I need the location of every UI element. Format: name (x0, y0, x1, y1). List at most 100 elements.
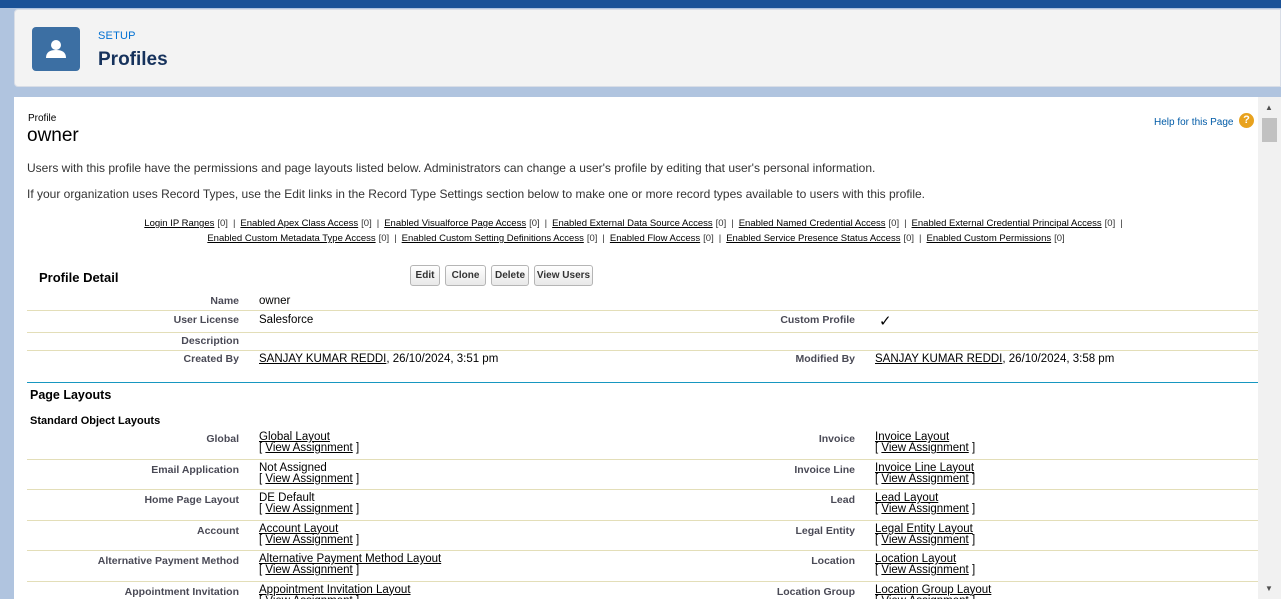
profile-label: Profile (28, 113, 57, 124)
layout-row: Alternative Payment Method Alternative Pa… (27, 551, 1258, 582)
detail-row-created: Created By SANJAY KUMAR REDDI, 26/10/202… (27, 351, 1258, 371)
view-assignment-link[interactable]: View Assignment (881, 564, 968, 576)
related-link-count: [0] (888, 218, 900, 229)
layout-object-label: Appointment Invitation (124, 585, 239, 598)
detail-row-description: Description (27, 333, 1258, 351)
detail-row-name: Name owner (27, 293, 1258, 311)
field-label: Created By (183, 353, 239, 365)
view-assignment-link[interactable]: View Assignment (881, 473, 968, 485)
field-value: SANJAY KUMAR REDDI, 26/10/2024, 3:51 pm (259, 353, 498, 365)
related-link[interactable]: Enabled External Credential Principal Ac… (912, 218, 1102, 229)
created-date: , 26/10/2024, 3:51 pm (386, 353, 499, 365)
view-assignment-link[interactable]: View Assignment (881, 503, 968, 515)
view-users-button[interactable]: View Users (534, 265, 593, 286)
link-separator: | (232, 218, 236, 229)
field-label: Custom Profile (780, 314, 855, 326)
view-assignment-link[interactable]: View Assignment (881, 595, 968, 599)
help-icon[interactable]: ? (1239, 113, 1254, 128)
link-separator: | (731, 218, 734, 229)
scroll-up-icon[interactable]: ▲ (1265, 103, 1273, 112)
layout-value: DE Default[ View Assignment ] (259, 492, 360, 515)
view-assignment-link[interactable]: View Assignment (881, 442, 968, 454)
related-links-row-1: Login IP Ranges [0] | Enabled Apex Class Ac… (14, 218, 1258, 229)
related-link[interactable]: Enabled Apex Class Access (240, 218, 358, 229)
layout-row: Email Application Not Assigned[ View Assi… (27, 460, 1258, 490)
view-assignment-link[interactable]: View Assignment (265, 595, 352, 599)
view-assignment-link[interactable]: View Assignment (265, 473, 352, 485)
related-link-count: [0] (715, 218, 727, 229)
edit-button[interactable]: Edit (410, 265, 440, 286)
related-link-count: [0] (703, 233, 714, 244)
layout-object-label: Invoice (818, 433, 855, 445)
scroll-thumb[interactable] (1262, 118, 1277, 142)
related-link-count: [0] (903, 233, 915, 244)
link-separator: | (376, 218, 380, 229)
view-assignment: [ View Assignment ] (875, 564, 976, 576)
related-link[interactable]: Enabled Custom Permissions (927, 233, 1052, 244)
link-separator: | (394, 233, 397, 244)
link-separator: | (718, 233, 722, 244)
view-assignment-link[interactable]: View Assignment (881, 534, 968, 546)
layout-row: Global Global Layout[ View Assignment ] In… (27, 429, 1258, 460)
related-link[interactable]: Enabled Custom Metadata Type Access (207, 233, 375, 244)
related-link-count: [0] (586, 233, 598, 244)
layout-value: Invoice Layout[ View Assignment ] (875, 431, 976, 454)
layout-value: Alternative Payment Method Layout[ View … (259, 553, 441, 576)
field-label: Name (210, 295, 239, 307)
view-assignment: [ View Assignment ] (875, 472, 976, 485)
view-assignment-link[interactable]: View Assignment (265, 564, 352, 576)
related-link[interactable]: Enabled External Data Source Access (552, 218, 713, 229)
layout-value: Invoice Line Layout[ View Assignment ] (875, 462, 976, 485)
field-value: Salesforce (259, 314, 314, 326)
profile-name: owner (27, 125, 79, 146)
checkmark-icon: ✓ (879, 313, 892, 330)
standard-layouts-subtitle: Standard Object Layouts (30, 415, 161, 427)
profile-detail-title: Profile Detail (39, 270, 119, 285)
section-divider (27, 382, 1258, 383)
view-assignment-link[interactable]: View Assignment (265, 534, 352, 546)
related-link[interactable]: Enabled Custom Setting Definitions Acces… (402, 233, 584, 244)
layout-row: Account Account Layout[ View Assignment ]… (27, 521, 1258, 551)
related-link-count: [0] (378, 233, 390, 244)
related-link[interactable]: Enabled Flow Access (610, 233, 700, 244)
view-assignment: [ View Assignment ] (259, 595, 359, 599)
related-link[interactable]: Enabled Visualforce Page Access (384, 218, 526, 229)
related-link-count: [0] (1104, 218, 1116, 229)
breadcrumb-setup[interactable]: SETUP (98, 30, 136, 42)
page-title: Profiles (98, 49, 168, 70)
view-assignment: [ View Assignment ] (875, 533, 976, 546)
field-label: Description (181, 335, 239, 347)
layout-value: Location Layout[ View Assignment ] (875, 553, 976, 576)
created-by-link[interactable]: SANJAY KUMAR REDDI (259, 353, 386, 365)
clone-button[interactable]: Clone (445, 265, 486, 286)
view-assignment-link[interactable]: View Assignment (265, 442, 352, 454)
vertical-scrollbar[interactable]: ▲ ▼ (1258, 97, 1281, 599)
view-assignment: [ View Assignment ] (259, 503, 360, 515)
help-link[interactable]: Help for this Page (1154, 117, 1234, 128)
field-label: Modified By (795, 353, 856, 365)
page-layouts-title: Page Layouts (30, 388, 112, 402)
layout-row: Appointment Invitation Appointment Invita… (27, 582, 1258, 599)
delete-button[interactable]: Delete (491, 265, 529, 286)
layout-value: Legal Entity Layout[ View Assignment ] (875, 523, 976, 546)
related-link[interactable]: Enabled Service Presence Status Access (726, 233, 900, 244)
layout-value: Appointment Invitation Layout[ View Assi… (259, 584, 411, 599)
related-link-count: [0] (1054, 233, 1065, 244)
link-separator: | (919, 233, 922, 244)
layout-object-label: Account (197, 524, 239, 537)
modified-by-link[interactable]: SANJAY KUMAR REDDI (875, 353, 1002, 365)
scroll-down-icon[interactable]: ▼ (1265, 584, 1273, 593)
related-link[interactable]: Login IP Ranges (144, 218, 214, 229)
related-link-count: [0] (529, 218, 540, 229)
field-value: SANJAY KUMAR REDDI, 26/10/2024, 3:58 pm (875, 353, 1114, 365)
view-assignment: [ View Assignment ] (875, 442, 976, 454)
field-value: owner (259, 295, 291, 307)
intro-text-2: If your organization uses Record Types, … (27, 187, 926, 201)
layout-object-label: Legal Entity (795, 524, 855, 537)
layout-object-label: Location (811, 555, 855, 567)
related-link[interactable]: Enabled Named Credential Access (739, 218, 886, 229)
related-link-count: [0] (217, 218, 228, 229)
link-separator: | (602, 233, 605, 244)
view-assignment-link[interactable]: View Assignment (265, 503, 352, 515)
link-separator: | (904, 218, 907, 229)
